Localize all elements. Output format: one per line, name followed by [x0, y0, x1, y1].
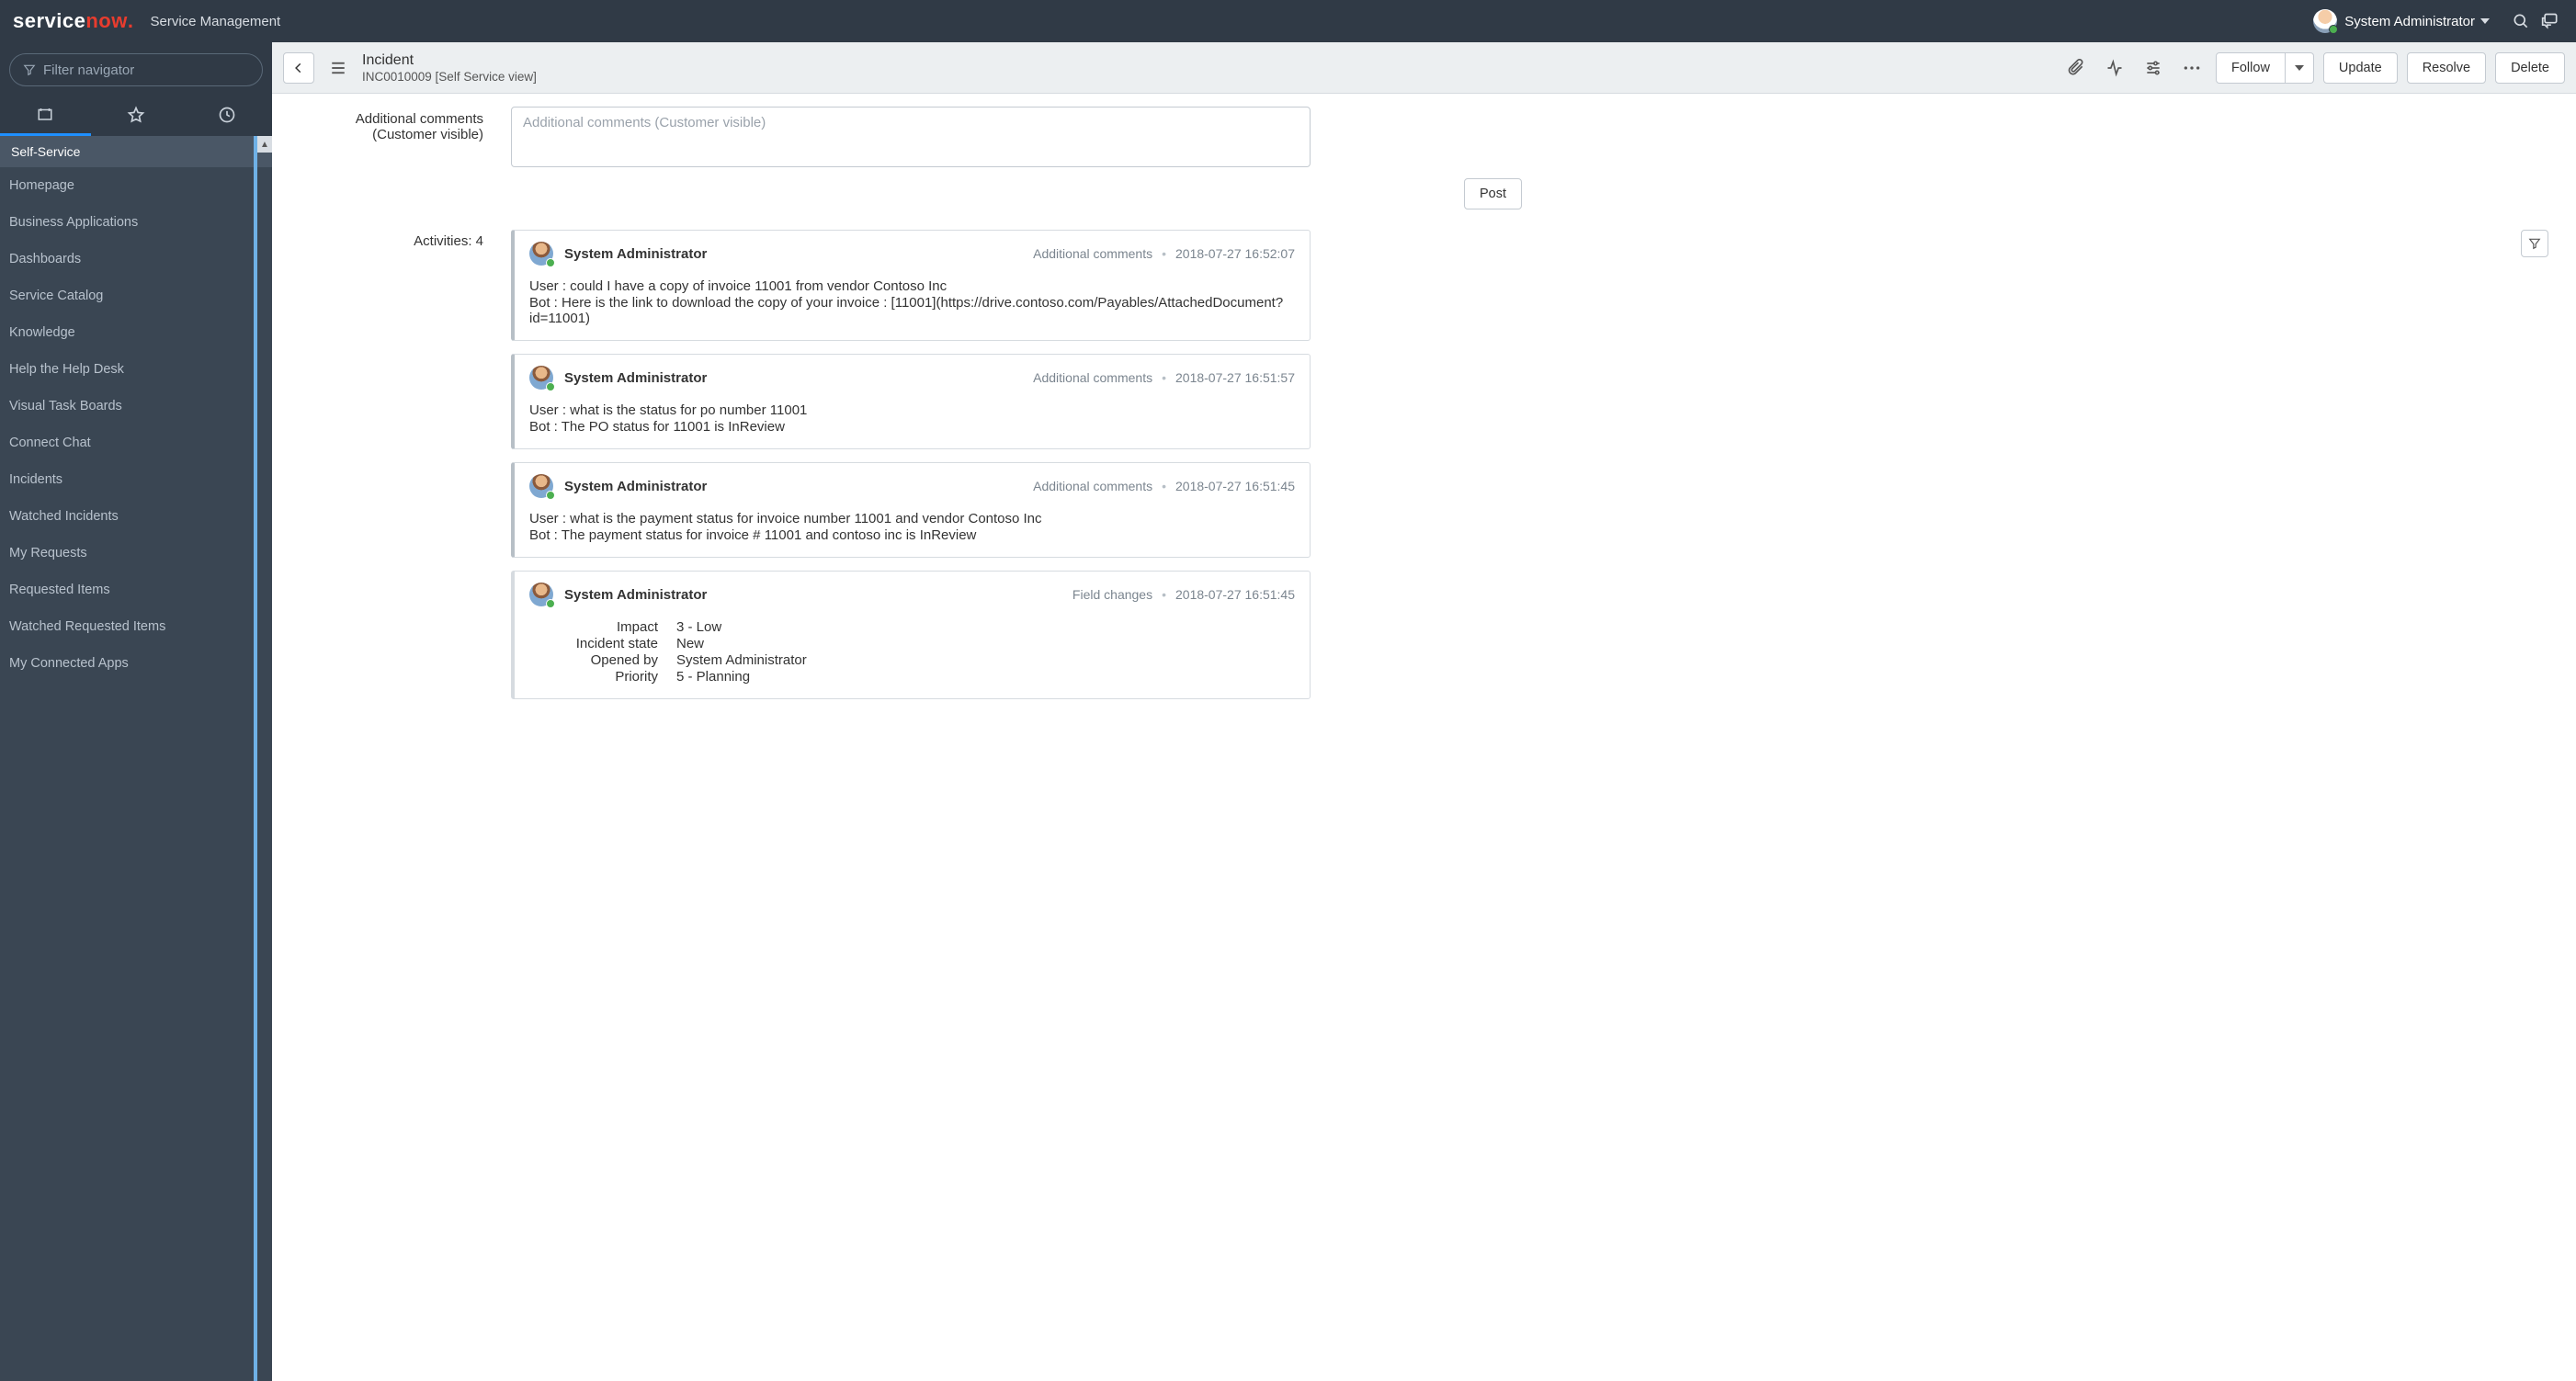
- activity-line: User : what is the payment status for in…: [529, 511, 1295, 526]
- follow-button[interactable]: Follow: [2216, 52, 2286, 84]
- activity-card: System AdministratorAdditional comments•…: [511, 462, 1311, 558]
- top-banner: servicenow. Service Management System Ad…: [0, 0, 2576, 42]
- field-change-row: Incident stateNew: [529, 636, 1295, 651]
- back-button[interactable]: [283, 52, 314, 84]
- sidebar-item[interactable]: Incidents: [0, 461, 272, 498]
- activity-type: Additional comments: [1033, 479, 1152, 493]
- sidebar-item[interactable]: Knowledge: [0, 314, 272, 351]
- sidebar-item[interactable]: Watched Requested Items: [0, 608, 272, 645]
- chevron-down-icon: [2480, 18, 2490, 24]
- sidebar-item[interactable]: Watched Incidents: [0, 498, 272, 535]
- activity-card: System AdministratorAdditional comments•…: [511, 230, 1311, 341]
- user-menu[interactable]: System Administrator: [2313, 9, 2490, 33]
- field-label-comments: Additional comments (Customer visible): [300, 107, 483, 167]
- sidebar-item[interactable]: Visual Task Boards: [0, 388, 272, 424]
- activity-author: System Administrator: [564, 246, 707, 262]
- nav-tabs: [0, 94, 272, 136]
- form-header: Incident INC0010009 [Self Service view] …: [272, 42, 2576, 94]
- sidebar-item[interactable]: Business Applications: [0, 204, 272, 241]
- tab-favorites[interactable]: [91, 94, 182, 136]
- chevron-left-icon: [292, 62, 305, 74]
- sidebar-item[interactable]: Help the Help Desk: [0, 351, 272, 388]
- activity-author: System Administrator: [564, 587, 707, 603]
- follow-dropdown[interactable]: [2286, 52, 2314, 84]
- field-change-row: Priority5 - Planning: [529, 669, 1295, 685]
- content-area: Incident INC0010009 [Self Service view] …: [272, 42, 2576, 1381]
- delete-button[interactable]: Delete: [2495, 52, 2565, 84]
- logo-text-2: now: [85, 9, 128, 33]
- sidebar-item[interactable]: Dashboards: [0, 241, 272, 277]
- menu-icon: [328, 60, 348, 76]
- activity-list: System AdministratorAdditional comments•…: [511, 230, 1311, 712]
- personalize-form-button[interactable]: [2139, 53, 2168, 83]
- avatar: [529, 583, 553, 606]
- app-title: Service Management: [150, 14, 280, 29]
- funnel-icon: [2528, 237, 2541, 250]
- more-actions-button[interactable]: [2177, 53, 2207, 83]
- activity-timestamp: 2018-07-27 16:51:45: [1175, 587, 1295, 602]
- activity-line: Bot : Here is the link to download the c…: [529, 295, 1295, 326]
- sidebar-item[interactable]: Connect Chat: [0, 424, 272, 461]
- post-button[interactable]: Post: [1464, 178, 1522, 209]
- logo-text-1: service: [13, 9, 85, 33]
- sidebar-item[interactable]: Service Catalog: [0, 277, 272, 314]
- sidebar-item[interactable]: Requested Items: [0, 572, 272, 608]
- tab-history[interactable]: [181, 94, 272, 136]
- activity-icon: [2105, 59, 2124, 77]
- form-menu-button[interactable]: [323, 53, 353, 83]
- activity-line: User : could I have a copy of invoice 11…: [529, 278, 1295, 294]
- more-icon: [2183, 64, 2201, 72]
- user-name: System Administrator: [2344, 14, 2475, 29]
- activity-stream-button[interactable]: [2100, 53, 2129, 83]
- tab-all-apps[interactable]: [0, 94, 91, 136]
- applications-icon: [36, 106, 54, 122]
- activity-type: Additional comments: [1033, 370, 1152, 385]
- avatar: [2313, 9, 2337, 33]
- search-icon[interactable]: [2506, 6, 2536, 36]
- sidebar: Self-Service ▲ HomepageBusiness Applicat…: [0, 42, 272, 1381]
- comments-textarea[interactable]: Additional comments (Customer visible): [511, 107, 1311, 167]
- activity-filter-button[interactable]: [2521, 230, 2548, 257]
- update-button[interactable]: Update: [2323, 52, 2398, 84]
- activity-timestamp: 2018-07-27 16:51:57: [1175, 370, 1295, 385]
- scroll-up-icon[interactable]: ▲: [257, 136, 272, 153]
- nav-list: HomepageBusiness ApplicationsDashboardsS…: [0, 167, 272, 1381]
- sliders-icon: [2144, 59, 2162, 77]
- sidebar-item[interactable]: Homepage: [0, 167, 272, 204]
- activity-line: Bot : The payment status for invoice # 1…: [529, 527, 1295, 543]
- sidebar-item[interactable]: My Requests: [0, 535, 272, 572]
- chevron-down-icon: [2295, 65, 2304, 71]
- filter-input[interactable]: [43, 62, 249, 78]
- activity-author: System Administrator: [564, 370, 707, 386]
- activity-timestamp: 2018-07-27 16:52:07: [1175, 246, 1295, 261]
- chat-icon[interactable]: [2536, 6, 2565, 36]
- star-icon: [127, 106, 145, 124]
- activity-timestamp: 2018-07-27 16:51:45: [1175, 479, 1295, 493]
- filter-navigator[interactable]: [9, 53, 263, 86]
- activity-line: User : what is the status for po number …: [529, 402, 1295, 418]
- activity-card: System AdministratorField changes•2018-0…: [511, 571, 1311, 699]
- clock-icon: [218, 106, 236, 124]
- funnel-icon: [23, 63, 36, 76]
- attachment-button[interactable]: [2061, 53, 2091, 83]
- activity-type: Additional comments: [1033, 246, 1152, 261]
- avatar: [529, 474, 553, 498]
- activity-card: System AdministratorAdditional comments•…: [511, 354, 1311, 449]
- record-title: Incident INC0010009 [Self Service view]: [362, 52, 537, 84]
- activity-type: Field changes: [1072, 587, 1152, 602]
- field-change-row: Impact3 - Low: [529, 619, 1295, 635]
- resolve-button[interactable]: Resolve: [2407, 52, 2486, 84]
- activity-author: System Administrator: [564, 479, 707, 494]
- avatar: [529, 366, 553, 390]
- logo-suffix: .: [128, 9, 134, 33]
- avatar: [529, 242, 553, 266]
- activities-label: Activities: 4: [300, 230, 483, 249]
- field-change-row: Opened bySystem Administrator: [529, 652, 1295, 668]
- nav-section-self-service[interactable]: Self-Service: [0, 136, 272, 167]
- paperclip-icon: [2067, 59, 2085, 77]
- activity-line: Bot : The PO status for 11001 is InRevie…: [529, 419, 1295, 435]
- sidebar-item[interactable]: My Connected Apps: [0, 645, 272, 682]
- product-logo[interactable]: servicenow.: [13, 9, 133, 33]
